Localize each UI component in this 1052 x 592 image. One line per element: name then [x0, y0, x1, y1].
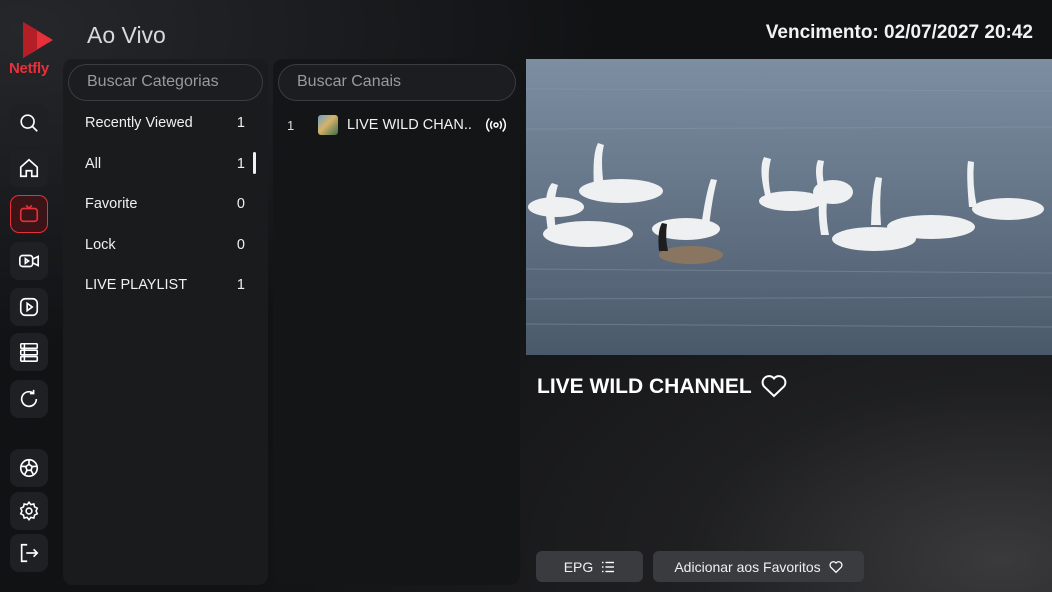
category-count: 1: [236, 156, 245, 172]
page-title: Ao Vivo: [87, 22, 166, 48]
epg-label: EPG: [563, 558, 594, 575]
heart-icon: [829, 560, 843, 573]
channel-search-input[interactable]: Buscar Canais: [278, 64, 516, 101]
category-label: All: [85, 156, 102, 172]
refresh-button[interactable]: [10, 380, 48, 418]
expiry-date: Vencimento: 02/07/2027 20:42: [765, 22, 1033, 43]
refresh-icon: [20, 389, 38, 408]
channel-number: 1: [287, 118, 295, 133]
live-broadcast-icon: [485, 117, 507, 133]
search-icon: [20, 114, 38, 132]
live-tv-icon: [19, 204, 39, 223]
video-player[interactable]: [526, 59, 1052, 355]
category-search-input[interactable]: Buscar Categorias: [68, 64, 263, 101]
home-icon: [19, 158, 39, 178]
play-icon: [19, 297, 39, 317]
logout-icon: [20, 543, 39, 563]
category-favorite[interactable]: Favorite 0: [85, 192, 245, 216]
category-count: 0: [236, 196, 245, 212]
logout-button[interactable]: [10, 534, 48, 572]
category-label: Favorite: [85, 196, 138, 212]
category-scroll-indicator[interactable]: [253, 152, 256, 174]
category-label: LIVE PLAYLIST: [85, 277, 188, 293]
series-play-button[interactable]: [10, 288, 48, 326]
movies-button[interactable]: [10, 242, 48, 280]
movie-camera-icon: [19, 254, 39, 268]
side-rail: Netfly: [0, 0, 60, 592]
football-icon: [19, 458, 39, 478]
category-live-playlist[interactable]: LIVE PLAYLIST 1: [85, 273, 245, 297]
category-all[interactable]: All 1: [85, 152, 245, 176]
add-to-favorites-button[interactable]: Adicionar aos Favoritos: [653, 551, 864, 582]
brand-name: Netfly: [9, 60, 49, 77]
channel-thumbnail: [318, 115, 338, 135]
channel-row[interactable]: 1 LIVE WILD CHAN..: [284, 113, 508, 137]
list-icon: [602, 561, 615, 572]
category-label: Lock: [85, 237, 116, 253]
video-frame-swans: [526, 59, 1052, 355]
channels-panel: Buscar Canais 1 LIVE WILD CHAN..: [273, 59, 520, 585]
category-count: 1: [236, 277, 245, 293]
home-button[interactable]: [10, 149, 48, 187]
series-list-icon: [19, 342, 39, 362]
sports-button[interactable]: [10, 449, 48, 487]
favorites-label: Adicionar aos Favoritos: [674, 558, 821, 575]
search-button[interactable]: [10, 104, 48, 142]
settings-button[interactable]: [10, 492, 48, 530]
list-button[interactable]: [10, 333, 48, 371]
now-playing-title: LIVE WILD CHANNEL: [537, 375, 752, 398]
category-recently-viewed[interactable]: Recently Viewed 1: [85, 111, 245, 135]
category-lock[interactable]: Lock 0: [85, 233, 245, 257]
category-label: Recently Viewed: [85, 115, 193, 131]
categories-panel: Buscar Categorias Recently Viewed 1 All …: [63, 59, 268, 585]
epg-button[interactable]: EPG: [536, 551, 643, 582]
channel-name: LIVE WILD CHAN..: [347, 117, 472, 133]
gear-icon: [19, 501, 39, 521]
heart-icon[interactable]: [760, 373, 788, 399]
category-count: 0: [236, 237, 245, 253]
live-tv-button[interactable]: [10, 195, 48, 233]
category-count: 1: [236, 115, 245, 131]
